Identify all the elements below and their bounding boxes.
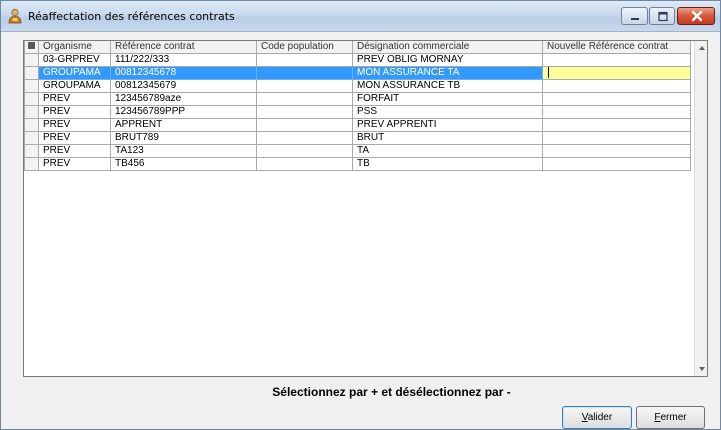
cell-nouvelle-reference[interactable] [542,79,691,94]
cell-reference[interactable]: 123456789PPP [110,105,257,120]
row-selector[interactable] [24,157,39,172]
cell-nouvelle-reference[interactable] [542,144,691,159]
cell-code-population[interactable] [256,131,353,146]
table-row[interactable]: PREV TA123 TA [24,144,691,159]
cell-designation[interactable]: TA [352,144,543,159]
cell-code-population[interactable] [256,92,353,107]
contracts-grid[interactable]: Organisme Référence contrat Code populat… [23,40,708,377]
cell-nouvelle-reference[interactable] [542,118,691,133]
cell-designation[interactable]: PREV OBLIG MORNAY [352,53,543,67]
valider-label: alider [587,412,613,423]
scroll-up-arrow-icon[interactable] [695,41,708,55]
cell-reference[interactable]: TB456 [110,157,257,172]
table-row[interactable]: GROUPAMA 00812345679 MON ASSURANCE TB [24,79,691,94]
cell-nouvelle-reference[interactable] [542,53,691,67]
cell-organisme[interactable]: PREV [38,131,111,146]
contracts-table: Organisme Référence contrat Code populat… [24,41,691,172]
cell-reference[interactable]: APPRENT [110,118,257,133]
table-row[interactable]: PREV APPRENT PREV APPRENTI [24,118,691,133]
cell-organisme[interactable]: 03-GRPREV [38,53,111,67]
cell-code-population[interactable] [256,53,353,67]
close-icon [691,10,703,22]
cell-nouvelle-reference[interactable] [542,92,691,107]
main-window: Réaffectation des références contrats Or… [0,0,721,430]
column-header-reference[interactable]: Référence contrat [110,41,257,54]
minimize-button[interactable] [621,7,648,25]
cell-code-population[interactable] [256,144,353,159]
cell-designation[interactable]: FORFAIT [352,92,543,107]
select-all-header[interactable] [24,41,39,54]
cell-organisme[interactable]: PREV [38,92,111,107]
app-person-icon [8,8,22,24]
select-all-icon [28,42,35,49]
row-selector[interactable] [24,79,39,94]
cell-reference[interactable]: 00812345679 [110,79,257,94]
cell-reference[interactable]: TA123 [110,144,257,159]
cell-nouvelle-reference-editor[interactable] [542,65,691,81]
cell-organisme[interactable]: PREV [38,105,111,120]
fermer-button[interactable]: Fermer [636,406,705,429]
table-row[interactable]: PREV 123456789PPP PSS [24,105,691,120]
minimize-icon [631,18,639,20]
cell-code-population[interactable] [256,79,353,94]
cell-organisme[interactable]: PREV [38,144,111,159]
maximize-icon [658,11,668,22]
close-button[interactable] [677,7,715,25]
cell-nouvelle-reference[interactable] [542,131,691,146]
row-selector[interactable] [24,92,39,107]
column-header-nouvelle-reference[interactable]: Nouvelle Référence contrat [542,41,691,54]
cell-organisme[interactable]: PREV [38,118,111,133]
row-selector[interactable] [24,144,39,159]
cell-code-population[interactable] [256,118,353,133]
row-selector[interactable] [24,53,39,67]
title-bar[interactable]: Réaffectation des références contrats [1,1,720,32]
row-selector[interactable] [24,118,39,133]
cell-code-population[interactable] [256,65,353,81]
table-row[interactable]: PREV TB456 TB [24,157,691,172]
table-row[interactable]: PREV 123456789aze FORFAIT [24,92,691,107]
fermer-label: ermer [660,412,687,423]
cell-designation[interactable]: MON ASSURANCE TA [352,65,543,81]
cell-designation[interactable]: TB [352,157,543,172]
column-header-designation[interactable]: Désignation commerciale [352,41,543,54]
selection-hint: Sélectionnez par + et désélectionnez par… [272,385,511,399]
cell-code-population[interactable] [256,157,353,172]
grid-header-row: Organisme Référence contrat Code populat… [24,41,691,54]
cell-organisme[interactable]: PREV [38,157,111,172]
row-selector[interactable] [24,105,39,120]
row-selector[interactable] [24,65,39,81]
column-header-code-population[interactable]: Code population [256,41,353,54]
text-caret [548,67,549,78]
valider-button[interactable]: Valider [562,406,632,429]
cell-reference[interactable]: 123456789aze [110,92,257,107]
cell-organisme[interactable]: GROUPAMA [38,79,111,94]
cell-designation[interactable]: PREV APPRENTI [352,118,543,133]
row-selector[interactable] [24,131,39,146]
table-row[interactable]: PREV BRUT789 BRUT [24,131,691,146]
cell-code-population[interactable] [256,105,353,120]
cell-designation[interactable]: MON ASSURANCE TB [352,79,543,94]
cell-reference[interactable]: 111/222/333 [110,53,257,67]
cell-nouvelle-reference[interactable] [542,105,691,120]
cell-organisme[interactable]: GROUPAMA [38,65,111,81]
window-title: Réaffectation des références contrats [28,10,235,23]
vertical-scrollbar[interactable] [694,41,708,376]
scroll-down-arrow-icon[interactable] [695,362,708,376]
table-row-selected[interactable]: GROUPAMA 00812345678 MON ASSURANCE TA [24,65,691,81]
cell-designation[interactable]: BRUT [352,131,543,146]
maximize-button[interactable] [649,7,675,25]
cell-reference[interactable]: BRUT789 [110,131,257,146]
cell-reference[interactable]: 00812345678 [110,65,257,81]
cell-designation[interactable]: PSS [352,105,543,120]
cell-nouvelle-reference[interactable] [542,157,691,172]
table-row[interactable]: 03-GRPREV 111/222/333 PREV OBLIG MORNAY [24,53,691,67]
column-header-organisme[interactable]: Organisme [38,41,111,54]
